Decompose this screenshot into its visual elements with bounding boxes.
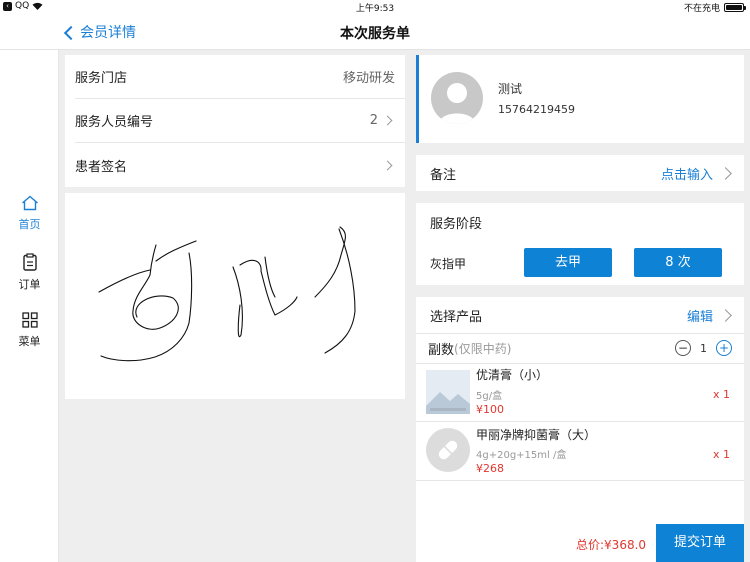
sidebar-item-home[interactable]: 首页 [0,195,59,232]
left-panel: 服务门店 移动研发 服务人员编号 2 患者签名 [59,50,410,562]
product-thumbnail [426,428,470,472]
dose-value: 1 [700,341,707,355]
decrease-dose-button[interactable]: − [675,340,691,356]
stage-count-button[interactable]: 8 次 [634,248,722,277]
service-stage-section: 服务阶段 灰指甲 去甲 8 次 [416,203,744,285]
stage-title: 服务阶段 [430,216,483,232]
sidebar-item-menu[interactable]: 菜单 [0,312,59,349]
product-price: ¥100 [476,403,504,416]
status-bar: ‹ QQ 上午9:53 不在充电 [0,0,750,14]
charging-status: 不在充电 [683,4,720,14]
product-price: ¥268 [476,462,504,475]
stage-name: 灰指甲 [430,256,467,271]
dose-hint: (仅限中药) [454,341,512,356]
staff-value: 2 [369,113,378,128]
remark-label: 备注 [430,167,457,183]
submit-order-button[interactable]: 提交订单 [656,524,744,562]
chevron-right-icon [719,166,732,180]
grid-icon [21,312,38,328]
sidebar: 首页 订单 菜单 [0,50,59,562]
clock: 上午9:53 [355,4,395,14]
chevron-right-icon [382,160,393,170]
navigation-bar: 会员详情 本次服务单 [0,14,750,50]
order-total: 总价:¥368.0 [576,538,647,552]
store-row: 服务门店 移动研发 [75,55,405,99]
avatar [431,72,483,124]
sidebar-item-orders[interactable]: 订单 [0,253,59,292]
service-info-card: 服务门店 移动研发 服务人员编号 2 患者签名 [65,55,405,187]
increase-dose-button[interactable]: + [716,340,732,356]
sidebar-item-label: 订单 [18,278,41,291]
signature-pad[interactable] [65,193,405,399]
product-name: 甲丽净牌抑菌膏（大） [476,428,597,442]
chevron-right-icon [719,308,732,322]
landscape-image-icon [426,370,470,414]
stage-step-button[interactable]: 去甲 [524,248,612,277]
product-item[interactable]: 优清膏（小） 5g/盒 ¥100 x 1 [416,364,744,421]
staff-row[interactable]: 服务人员编号 2 [75,99,405,143]
chevron-right-icon [382,115,393,126]
remark-row[interactable]: 备注 点击输入 [416,155,744,191]
clipboard-icon [22,253,37,271]
product-name: 优清膏（小） [476,368,549,382]
sidebar-item-label: 菜单 [18,335,41,348]
battery-icon [724,3,746,12]
products-section: 选择产品 编辑 副数 (仅限中药) − 1 + 优清膏（小） 5g/盒 ¥100… [416,297,744,524]
dose-label: 副数 [428,342,455,358]
product-thumbnail [426,370,470,414]
staff-label: 服务人员编号 [75,115,154,130]
order-footer: 总价:¥368.0 提交订单 [416,524,744,562]
signature-row[interactable]: 患者签名 [75,143,405,187]
store-value: 移动研发 [342,71,395,86]
remark-input-link[interactable]: 点击输入 [661,164,713,183]
product-item[interactable]: 甲丽净牌抑菌膏（大） 4g+20g+15ml /盒 ¥268 x 1 [416,422,744,480]
right-panel: 测试 15764219459 备注 点击输入 服务阶段 灰指甲 去甲 8 次 选… [410,50,750,562]
product-spec: 4g+20g+15ml /盒 [476,450,567,461]
products-title: 选择产品 [430,309,483,325]
handwritten-signature [98,226,356,362]
user-icon [439,83,475,124]
sidebar-item-label: 首页 [18,218,41,231]
product-quantity: x 1 [712,388,730,401]
edit-products-link[interactable]: 编辑 [687,306,713,325]
pill-icon [426,428,470,472]
member-name: 测试 [498,82,523,96]
member-card: 测试 15764219459 [416,55,744,143]
product-quantity: x 1 [712,448,730,461]
product-spec: 5g/盒 [476,391,503,402]
store-label: 服务门店 [75,71,128,86]
page-title: 本次服务单 [340,26,410,42]
signature-label: 患者签名 [75,159,128,175]
home-icon [21,195,38,211]
member-phone: 15764219459 [498,103,575,116]
